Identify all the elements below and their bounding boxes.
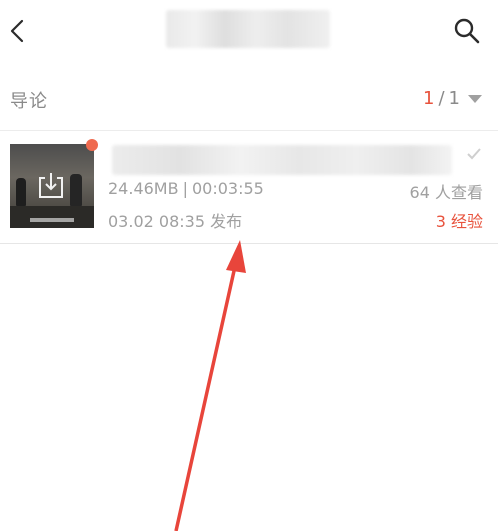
item-title-redacted: [112, 145, 452, 175]
section-header: 导论 1 / 1: [0, 80, 498, 120]
meta-row-size: 24.46MB | 00:03:55 64 人查看: [108, 179, 483, 202]
caret-down-icon: [468, 94, 482, 103]
top-bar: [0, 0, 498, 66]
page-current: 1: [423, 88, 435, 109]
duration: 00:03:55: [191, 179, 264, 198]
unread-dot: [86, 139, 98, 151]
section-title: 导论: [10, 91, 48, 112]
download-icon[interactable]: [36, 170, 66, 200]
page: 导论 1 / 1 24.46MB | 00:03:55 64 人查看 03.02…: [0, 0, 498, 531]
page-title-redacted: [166, 10, 330, 48]
experience-reward: 3 经验: [435, 212, 483, 231]
search-icon: [454, 18, 480, 44]
chevron-left-icon: [10, 19, 24, 43]
file-meta: 24.46MB | 00:03:55: [108, 179, 264, 198]
check-icon: [467, 148, 481, 160]
thumbnail-caption: [30, 218, 74, 222]
thumbnail-figure: [70, 174, 82, 206]
publish-time: 03.02 08:35 发布: [108, 212, 243, 231]
page-selector[interactable]: 1 / 1: [423, 88, 482, 109]
meta-divider: |: [182, 179, 188, 198]
meta-row-date: 03.02 08:35 发布 3 经验: [108, 208, 483, 231]
view-count: 64 人查看: [409, 183, 483, 202]
search-button[interactable]: [452, 16, 482, 46]
file-size: 24.46MB: [108, 179, 179, 198]
page-total: 1: [448, 88, 460, 109]
page-separator: /: [438, 88, 445, 109]
list-item[interactable]: 24.46MB | 00:03:55 64 人查看 03.02 08:35 发布 3…: [0, 130, 498, 244]
back-button[interactable]: [4, 14, 34, 48]
video-thumbnail[interactable]: [10, 144, 94, 228]
thumbnail-floor: [10, 206, 94, 228]
thumbnail-figure: [16, 178, 26, 206]
